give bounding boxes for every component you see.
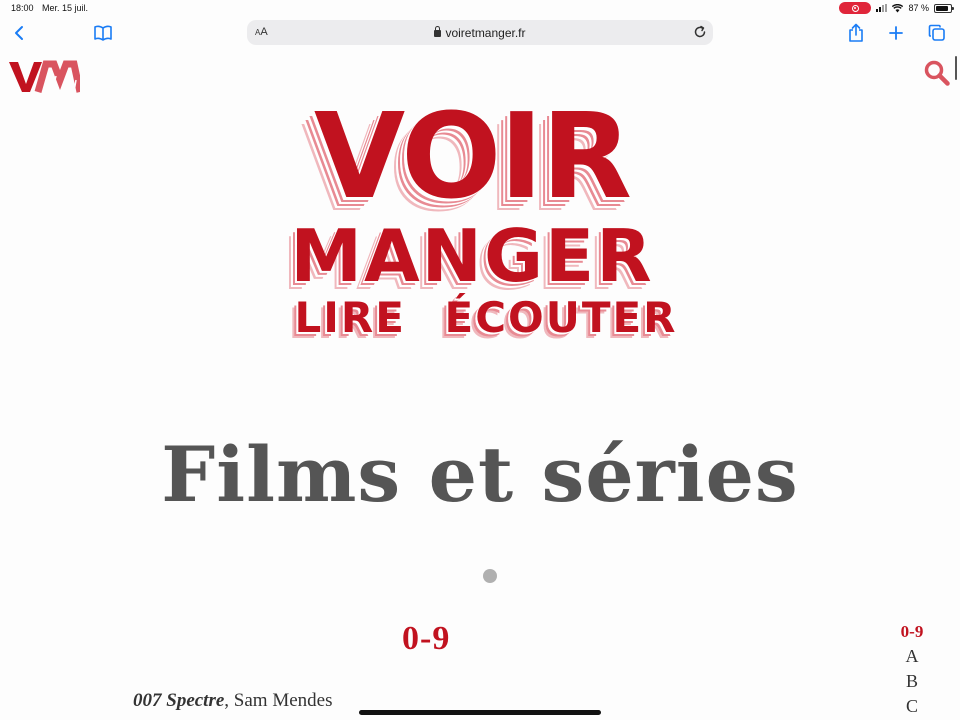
film-title[interactable]: 007 Spectre: [133, 690, 224, 711]
browser-toolbar: AA voiretmanger.fr: [0, 18, 960, 48]
alphabet-index: 0-9 A B C: [890, 619, 934, 719]
index-item-a[interactable]: A: [890, 644, 934, 669]
hero-voir[interactable]: VOIR: [252, 96, 692, 216]
battery-percent: 87 %: [908, 3, 929, 13]
section-heading: 0-9: [402, 620, 451, 657]
home-indicator[interactable]: [359, 710, 601, 715]
status-indicators: 87 %: [839, 2, 954, 14]
share-icon[interactable]: [845, 22, 867, 44]
battery-icon: [934, 3, 954, 13]
index-item-c[interactable]: C: [890, 694, 934, 719]
wifi-icon: [892, 3, 904, 12]
tabs-overview-icon[interactable]: [926, 22, 948, 44]
scrollbar-thumb[interactable]: [955, 56, 957, 80]
url-display[interactable]: voiretmanger.fr: [247, 26, 713, 40]
page-title: Films et séries: [161, 430, 799, 519]
reload-icon[interactable]: [693, 25, 707, 44]
cellular-signal-icon: [876, 4, 888, 12]
index-item-b[interactable]: B: [890, 669, 934, 694]
index-item-0-9[interactable]: 0-9: [890, 619, 934, 644]
bookmarks-book-icon[interactable]: [92, 22, 114, 44]
status-time: 18:00: [11, 3, 34, 13]
url-text: voiretmanger.fr: [445, 26, 526, 40]
hero-manger[interactable]: MANGER: [252, 218, 692, 294]
new-tab-plus-icon[interactable]: [885, 22, 907, 44]
list-item[interactable]: 007 Spectre, Sam Mendes: [133, 690, 332, 712]
back-chevron-icon[interactable]: [8, 22, 30, 44]
lock-icon: [434, 26, 442, 37]
vm-logo-icon: [9, 60, 84, 93]
film-director: , Sam Mendes: [224, 690, 333, 711]
search-icon[interactable]: [924, 60, 950, 91]
status-bar: 18:00 Mer. 15 juil. 87 %: [0, 0, 960, 18]
site-logo[interactable]: [8, 60, 84, 99]
hero-wordmark: VOIR MANGER LIRE ÉCOUTER: [252, 96, 692, 346]
address-bar[interactable]: AA voiretmanger.fr: [247, 20, 713, 45]
page-indicator-dot: [483, 569, 497, 583]
screen-recording-icon[interactable]: [839, 2, 872, 14]
hero-lire-ecouter[interactable]: LIRE ÉCOUTER: [266, 294, 706, 342]
status-date: Mer. 15 juil.: [42, 3, 89, 13]
